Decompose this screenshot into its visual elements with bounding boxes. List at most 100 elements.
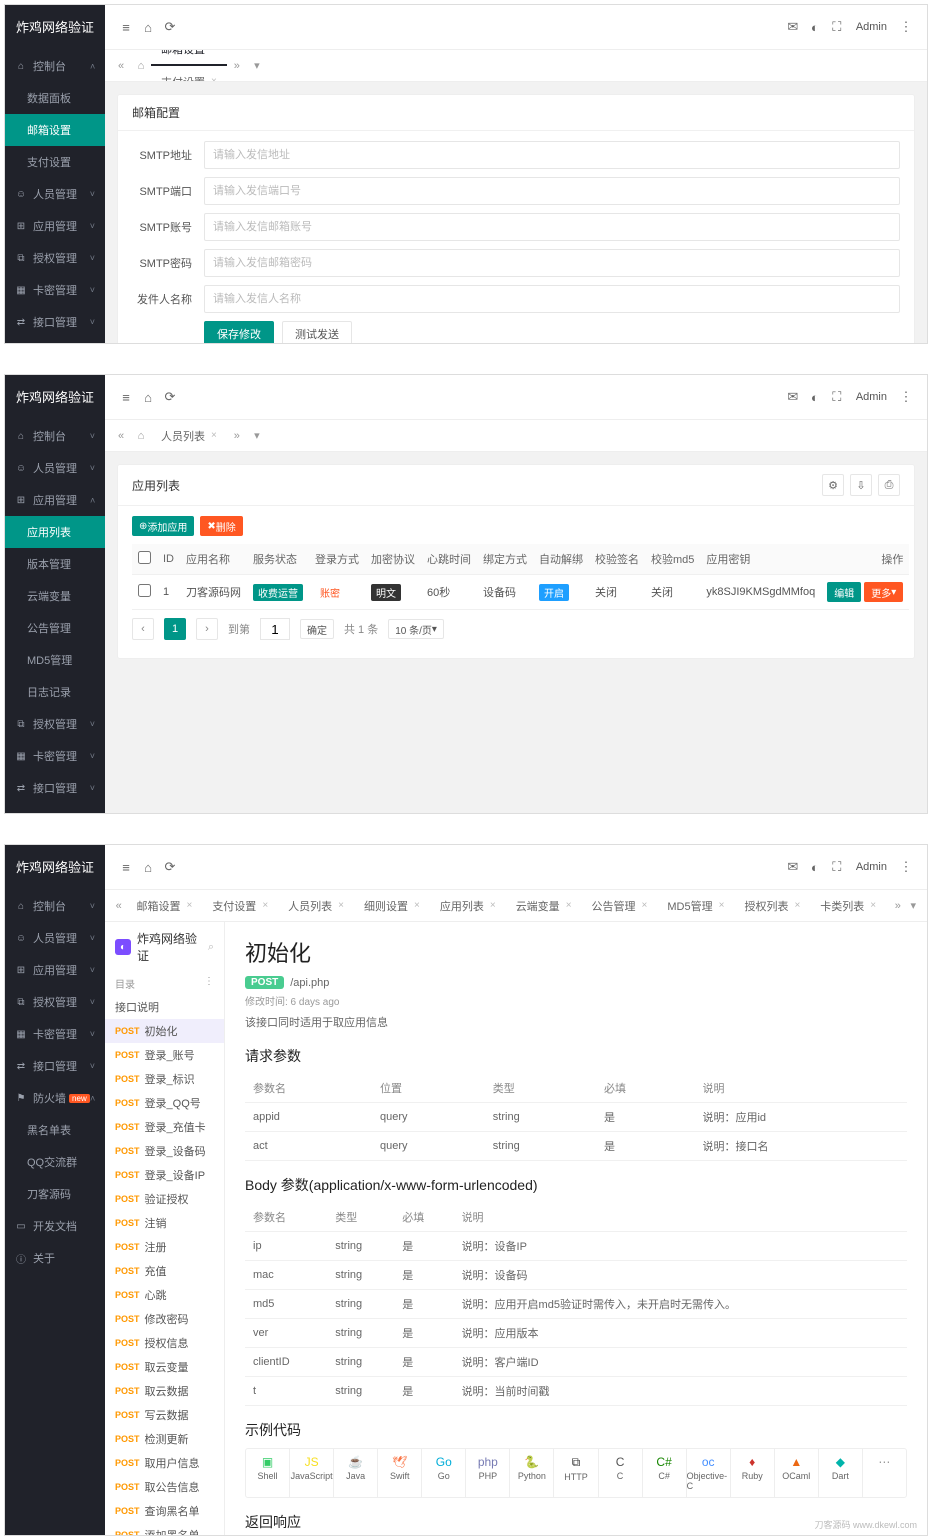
sidebar-item[interactable]: ☺人员管理˅: [5, 922, 105, 954]
test-send-button[interactable]: 测试发送: [282, 321, 352, 344]
doc-nav-item[interactable]: POST登录_QQ号: [105, 1091, 224, 1115]
export-icon[interactable]: ⇩: [850, 474, 872, 496]
sidebar-item[interactable]: ⚑防火墙new˅: [5, 804, 105, 814]
tab[interactable]: 细则设置×: [354, 890, 430, 922]
close-icon[interactable]: ×: [262, 900, 268, 911]
sidebar-item[interactable]: 邮箱设置: [5, 114, 105, 146]
home-icon[interactable]: ⌂: [137, 390, 159, 405]
page-1[interactable]: 1: [164, 618, 186, 640]
theme-icon[interactable]: ◐: [804, 390, 826, 405]
search-icon[interactable]: ⌕: [208, 941, 214, 954]
tab[interactable]: 人员列表×: [278, 890, 354, 922]
close-icon[interactable]: ×: [642, 900, 648, 911]
close-icon[interactable]: ×: [211, 430, 217, 441]
more-button[interactable]: 更多 ▾: [864, 582, 903, 602]
fullscreen-icon[interactable]: ⛶: [826, 859, 848, 875]
tabs-next-icon[interactable]: »: [890, 900, 905, 912]
doc-nav-item[interactable]: POST查询黑名单: [105, 1499, 224, 1523]
doc-nav-item[interactable]: POST登录_设备IP: [105, 1163, 224, 1187]
lang-option[interactable]: ⋯: [863, 1449, 906, 1497]
menu-toggle-icon[interactable]: ≡: [115, 390, 137, 405]
lang-option[interactable]: CC: [599, 1449, 643, 1497]
more-icon[interactable]: ⋮: [895, 389, 917, 405]
message-icon[interactable]: ✉: [782, 859, 804, 875]
text-input[interactable]: [204, 141, 900, 169]
sidebar-item[interactable]: ⌂控制台˅: [5, 890, 105, 922]
close-icon[interactable]: ×: [566, 900, 572, 911]
sidebar-item[interactable]: ⧉授权管理˅: [5, 986, 105, 1018]
doc-nav-item[interactable]: POST取公告信息: [105, 1475, 224, 1499]
lang-option[interactable]: ☕Java: [334, 1449, 378, 1497]
sidebar-item[interactable]: ⇄接口管理˅: [5, 772, 105, 804]
tab[interactable]: 支付设置×: [202, 890, 278, 922]
tabs-more-icon[interactable]: ▾: [247, 429, 267, 442]
doc-nav-item[interactable]: 接口说明: [105, 995, 224, 1019]
text-input[interactable]: [204, 285, 900, 313]
fullscreen-icon[interactable]: ⛶: [826, 19, 848, 35]
close-icon[interactable]: ×: [414, 900, 420, 911]
sidebar-item[interactable]: ⊞应用管理˅: [5, 484, 105, 516]
lang-option[interactable]: JSJavaScript: [290, 1449, 334, 1497]
doc-nav-item[interactable]: POST检测更新: [105, 1427, 224, 1451]
sidebar-item[interactable]: ▦卡密管理˅: [5, 1018, 105, 1050]
sidebar-item[interactable]: ⇄接口管理˅: [5, 306, 105, 338]
doc-nav-item[interactable]: POST初始化: [105, 1019, 224, 1043]
lang-option[interactable]: ▣Shell: [246, 1449, 290, 1497]
more-icon[interactable]: ⋮: [895, 19, 917, 35]
close-icon[interactable]: ×: [794, 900, 800, 911]
page-input[interactable]: [260, 618, 290, 640]
filter-icon[interactable]: ⚙: [822, 474, 844, 496]
tabs-next-icon[interactable]: »: [227, 430, 247, 442]
tab[interactable]: 公告管理×: [582, 890, 658, 922]
lang-option[interactable]: ▲OCaml: [775, 1449, 819, 1497]
print-icon[interactable]: ⎙: [878, 474, 900, 496]
sidebar-item[interactable]: ⧉授权管理˅: [5, 242, 105, 274]
text-input[interactable]: [204, 249, 900, 277]
tabs-prev-icon[interactable]: «: [111, 900, 126, 912]
tab-home-icon[interactable]: ⌂: [131, 60, 151, 72]
refresh-icon[interactable]: ⟳: [159, 19, 181, 35]
row-checkbox[interactable]: [138, 584, 151, 597]
next-page[interactable]: ›: [196, 618, 218, 640]
doc-nav-item[interactable]: POST取云变量: [105, 1355, 224, 1379]
doc-nav-item[interactable]: POST充值: [105, 1259, 224, 1283]
select-all-checkbox[interactable]: [138, 551, 151, 564]
more-icon[interactable]: ⋮: [895, 859, 917, 875]
tab[interactable]: 授权列表×: [734, 890, 810, 922]
sidebar-item[interactable]: 数据面板: [5, 82, 105, 114]
sidebar-item[interactable]: ⊞应用管理˅: [5, 210, 105, 242]
doc-nav-item[interactable]: POST添加黑名单: [105, 1523, 224, 1536]
sidebar-item[interactable]: 应用列表: [5, 516, 105, 548]
fullscreen-icon[interactable]: ⛶: [826, 389, 848, 405]
sidebar-item[interactable]: ⓘ关于: [5, 1242, 105, 1274]
theme-icon[interactable]: ◐: [804, 860, 826, 875]
menu-toggle-icon[interactable]: ≡: [115, 860, 137, 875]
sidebar-item[interactable]: 日志记录: [5, 676, 105, 708]
admin-label[interactable]: Admin: [848, 21, 895, 33]
close-icon[interactable]: ×: [338, 900, 344, 911]
doc-nav-item[interactable]: POST登录_账号: [105, 1043, 224, 1067]
lang-option[interactable]: C#C#: [643, 1449, 687, 1497]
page-size[interactable]: 10 条/页 ▾: [388, 619, 444, 639]
lang-option[interactable]: ⧉HTTP: [554, 1449, 598, 1497]
tabs-prev-icon[interactable]: «: [111, 430, 131, 442]
lang-option[interactable]: 🕊Swift: [378, 1449, 422, 1497]
doc-nav-item[interactable]: POST修改密码: [105, 1307, 224, 1331]
text-input[interactable]: [204, 177, 900, 205]
sidebar-item[interactable]: ▦卡密管理˅: [5, 274, 105, 306]
sidebar-item[interactable]: ▦卡密管理˅: [5, 740, 105, 772]
admin-label[interactable]: Admin: [848, 861, 895, 873]
tab[interactable]: 支付设置×: [151, 66, 227, 83]
tab-home-icon[interactable]: ⌂: [131, 430, 151, 442]
lang-option[interactable]: ♦Ruby: [731, 1449, 775, 1497]
doc-nav-item[interactable]: POST验证授权: [105, 1187, 224, 1211]
doc-nav-item[interactable]: POST注销: [105, 1211, 224, 1235]
doc-nav-item[interactable]: POST登录_标识: [105, 1067, 224, 1091]
tab[interactable]: 卡类列表×: [810, 890, 886, 922]
lang-option[interactable]: ocObjective-C: [687, 1449, 731, 1497]
sidebar-item[interactable]: ▭开发文档: [5, 1210, 105, 1242]
close-icon[interactable]: ×: [211, 50, 217, 54]
doc-nav-item[interactable]: POST登录_设备码: [105, 1139, 224, 1163]
doc-nav-item[interactable]: POST取云数据: [105, 1379, 224, 1403]
save-button[interactable]: 保存修改: [204, 321, 274, 344]
